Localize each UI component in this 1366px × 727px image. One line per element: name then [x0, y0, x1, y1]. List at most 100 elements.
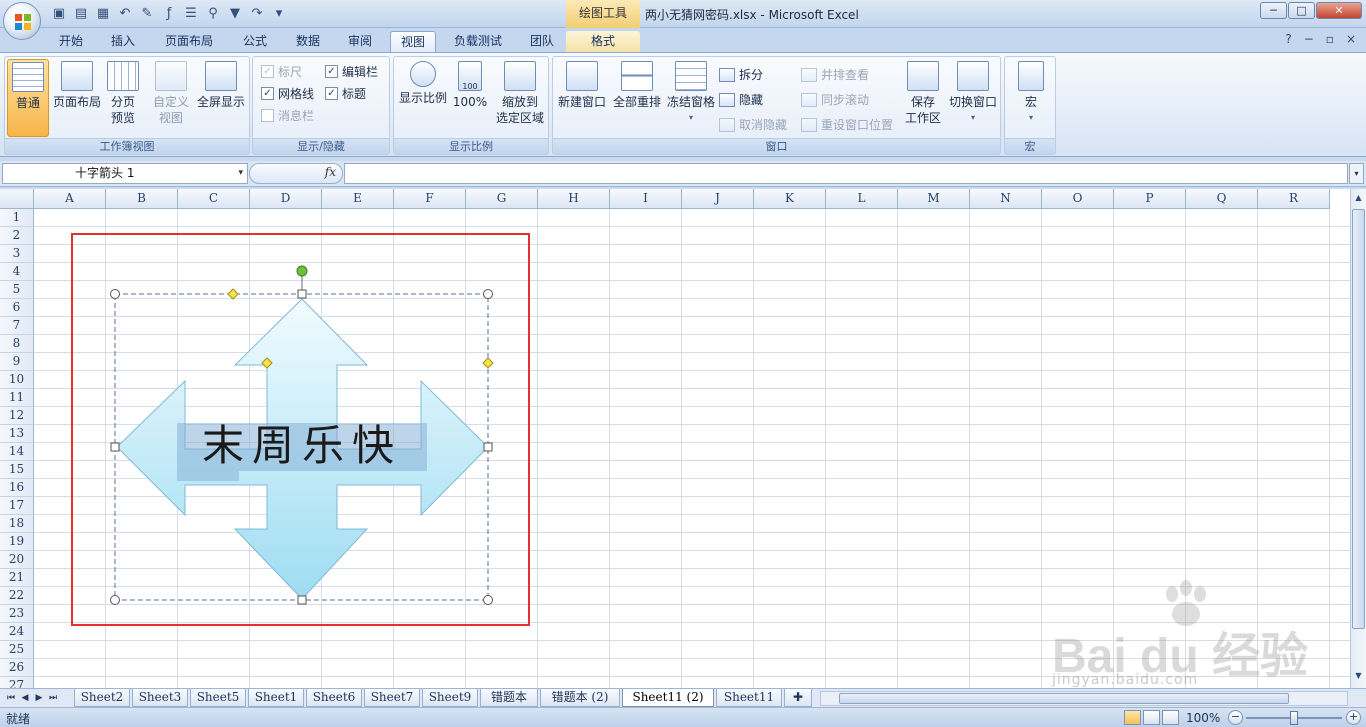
save-icon[interactable]: ▣: [50, 4, 68, 22]
normal-view-status-icon[interactable]: [1124, 710, 1141, 725]
sheet-tab[interactable]: Sheet3: [132, 689, 188, 707]
resize-handle-bottom-right[interactable]: [483, 595, 493, 605]
message-bar-checkbox[interactable]: 消息栏: [261, 107, 314, 124]
tab-formulas[interactable]: 公式: [234, 31, 276, 52]
tab-team[interactable]: 团队: [520, 31, 564, 52]
page-break-preview-button[interactable]: 分页 预览: [105, 59, 141, 126]
resize-handle-bottom-left[interactable]: [110, 595, 120, 605]
column-header[interactable]: A: [34, 189, 106, 209]
form-icon[interactable]: ☰: [182, 4, 200, 22]
column-header[interactable]: C: [178, 189, 250, 209]
maximize-button[interactable]: □: [1288, 2, 1315, 19]
name-box-dropdown-icon[interactable]: ▾: [238, 164, 243, 183]
full-screen-button[interactable]: 全屏显示: [195, 59, 247, 110]
page-break-status-icon[interactable]: [1162, 710, 1179, 725]
row-header[interactable]: 12: [0, 407, 34, 425]
row-header[interactable]: 9: [0, 353, 34, 371]
split-button[interactable]: 拆分: [719, 66, 763, 83]
zoom-slider-thumb[interactable]: [1290, 711, 1298, 725]
select-all-corner[interactable]: [0, 189, 34, 209]
sheet-tab-active[interactable]: Sheet11 (2): [622, 689, 714, 707]
column-header[interactable]: D: [250, 189, 322, 209]
format-icon[interactable]: ✎: [138, 4, 156, 22]
tab-load-test[interactable]: 负载测试: [446, 31, 510, 52]
column-header[interactable]: P: [1114, 189, 1186, 209]
row-header[interactable]: 17: [0, 497, 34, 515]
switch-windows-button[interactable]: 切换窗口 ▾: [947, 59, 999, 126]
column-header[interactable]: G: [466, 189, 538, 209]
row-header[interactable]: 25: [0, 641, 34, 659]
row-header[interactable]: 16: [0, 479, 34, 497]
ribbon-restore-icon[interactable]: ▫: [1326, 32, 1334, 46]
rotate-handle-icon[interactable]: [296, 265, 308, 277]
ruler-checkbox[interactable]: ✓ 标尺: [261, 63, 302, 80]
row-header[interactable]: 18: [0, 515, 34, 533]
zoom-out-icon[interactable]: −: [1228, 710, 1243, 725]
row-header[interactable]: 23: [0, 605, 34, 623]
zoom-button[interactable]: 显示比例: [397, 59, 449, 106]
resize-handle-top-left[interactable]: [110, 289, 120, 299]
horizontal-scroll-thumb[interactable]: [839, 693, 1289, 704]
column-header[interactable]: F: [394, 189, 466, 209]
zoom-in-icon[interactable]: +: [1346, 710, 1361, 725]
prev-sheet-icon[interactable]: ◀: [18, 691, 32, 705]
side-by-side-button[interactable]: 并排查看: [801, 66, 869, 83]
sheet-tab[interactable]: 错题本: [480, 689, 538, 707]
name-box[interactable]: 十字箭头 1 ▾: [2, 163, 248, 184]
vertical-scroll-thumb[interactable]: [1352, 209, 1365, 629]
last-sheet-icon[interactable]: ⏭: [46, 691, 60, 705]
row-header[interactable]: 19: [0, 533, 34, 551]
first-sheet-icon[interactable]: ⏮: [4, 691, 18, 705]
reset-window-position-button[interactable]: 重设窗口位置: [801, 116, 893, 133]
column-header[interactable]: M: [898, 189, 970, 209]
horizontal-scrollbar[interactable]: [820, 691, 1348, 706]
tab-view[interactable]: 视图: [390, 31, 436, 52]
minimize-button[interactable]: ─: [1260, 2, 1287, 19]
zoom-100-button[interactable]: 100 100%: [452, 59, 488, 110]
row-header[interactable]: 1: [0, 209, 34, 227]
zoom-level[interactable]: 100%: [1186, 711, 1220, 725]
row-header[interactable]: 5: [0, 281, 34, 299]
row-header[interactable]: 2: [0, 227, 34, 245]
row-header[interactable]: 10: [0, 371, 34, 389]
column-header[interactable]: L: [826, 189, 898, 209]
sheet-tab[interactable]: Sheet11: [716, 689, 782, 707]
tab-page-layout[interactable]: 页面布局: [158, 31, 220, 52]
insert-sheet-icon[interactable]: ✚: [784, 689, 812, 707]
row-header[interactable]: 11: [0, 389, 34, 407]
row-header[interactable]: 7: [0, 317, 34, 335]
sheet-tab[interactable]: 错题本 (2): [540, 689, 620, 707]
column-header[interactable]: I: [610, 189, 682, 209]
row-header[interactable]: 22: [0, 587, 34, 605]
sheet-tab[interactable]: Sheet9: [422, 689, 478, 707]
sheet-tab[interactable]: Sheet2: [74, 689, 130, 707]
row-header[interactable]: 3: [0, 245, 34, 263]
row-header[interactable]: 8: [0, 335, 34, 353]
close-button[interactable]: ✕: [1316, 2, 1362, 19]
normal-view-button[interactable]: 普通: [7, 59, 49, 137]
row-header[interactable]: 24: [0, 623, 34, 641]
zoom-to-selection-button[interactable]: 缩放到 选定区域: [492, 59, 548, 126]
tab-format[interactable]: 格式: [566, 31, 640, 52]
tab-home[interactable]: 开始: [50, 31, 92, 52]
redo-icon[interactable]: ↷: [248, 4, 266, 22]
adjust-handle-1[interactable]: [227, 288, 239, 300]
office-button[interactable]: [3, 2, 41, 40]
resize-handle-top[interactable]: [297, 289, 307, 299]
row-header[interactable]: 14: [0, 443, 34, 461]
page-layout-status-icon[interactable]: [1143, 710, 1160, 725]
row-header[interactable]: 27: [0, 677, 34, 688]
expand-formula-bar-icon[interactable]: ▾: [1349, 163, 1364, 184]
sheet-tab[interactable]: Sheet6: [306, 689, 362, 707]
page-layout-view-button[interactable]: 页面布局: [51, 59, 103, 110]
sheet-tab[interactable]: Sheet1: [248, 689, 304, 707]
resize-handle-top-right[interactable]: [483, 289, 493, 299]
column-header[interactable]: H: [538, 189, 610, 209]
column-header[interactable]: N: [970, 189, 1042, 209]
tab-insert[interactable]: 插入: [102, 31, 144, 52]
network-icon[interactable]: ⚲: [204, 4, 222, 22]
sync-scroll-button[interactable]: 同步滚动: [801, 91, 869, 108]
print-preview-icon[interactable]: ▦: [94, 4, 112, 22]
column-header[interactable]: O: [1042, 189, 1114, 209]
help-icon[interactable]: ?: [1285, 32, 1291, 46]
